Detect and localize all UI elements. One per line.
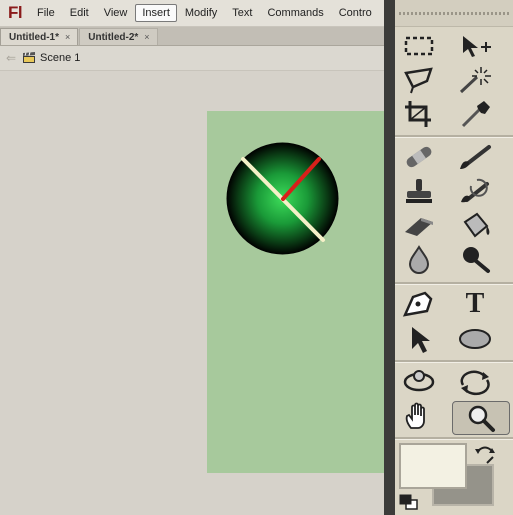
crop-icon	[405, 101, 431, 127]
menu-bar: Fl File Edit View Insert Modify Text Com…	[0, 0, 385, 27]
default-colors-icon[interactable]	[398, 493, 420, 511]
ellipse-tool[interactable]	[455, 323, 495, 355]
tab-untitled-1[interactable]: Untitled-1* ×	[0, 28, 79, 45]
close-icon[interactable]: ×	[65, 32, 70, 42]
paint-bucket-icon	[463, 212, 490, 238]
paint-bucket-tool[interactable]	[455, 209, 495, 241]
app-logo: Fl	[7, 3, 23, 22]
menu-file[interactable]: File	[30, 4, 62, 22]
edit-bar: ⇐ Scene 1	[0, 46, 385, 71]
brush-tool[interactable]	[455, 141, 495, 173]
back-arrow-icon[interactable]: ⇐	[0, 51, 22, 65]
tool-separator	[395, 282, 513, 285]
history-brush-tool[interactable]	[455, 175, 495, 207]
blur-tool[interactable]	[399, 243, 439, 275]
refresh-icon	[460, 370, 490, 396]
eraser-tool[interactable]	[399, 209, 439, 241]
stamp-icon	[406, 179, 432, 203]
marquee-icon	[404, 36, 434, 56]
menu-commands[interactable]: Commands	[260, 4, 330, 22]
lasso-icon	[404, 67, 433, 94]
selection-tool[interactable]	[399, 323, 439, 355]
tool-separator	[395, 360, 513, 363]
clone-stamp-tool[interactable]	[399, 175, 439, 207]
menu-insert[interactable]: Insert	[135, 4, 177, 22]
tab-label: Untitled-2*	[88, 31, 139, 43]
selection-arrow-icon	[412, 327, 430, 353]
document-tab-bar: Untitled-1* × Untitled-2* ×	[0, 27, 385, 46]
lasso-tool[interactable]	[399, 64, 439, 96]
eyedropper-tool[interactable]	[455, 98, 495, 130]
eraser-icon	[405, 218, 433, 236]
brush-icon	[460, 145, 491, 169]
text-tool[interactable]: T	[455, 288, 495, 320]
tool-separator	[395, 135, 513, 138]
zoom-tool[interactable]	[452, 401, 510, 435]
menu-text[interactable]: Text	[225, 4, 259, 22]
pattern-brush-icon	[461, 178, 489, 203]
rotate-3d-icon	[403, 370, 435, 392]
menu-edit[interactable]: Edit	[63, 4, 96, 22]
pen-tool[interactable]	[399, 288, 439, 320]
blur-drop-icon	[408, 245, 430, 274]
spot-healing-tool[interactable]	[399, 141, 439, 173]
scene-clapper-icon	[23, 52, 35, 63]
bandage-icon	[406, 146, 432, 168]
tool-separator	[395, 437, 513, 440]
crop-tool[interactable]	[399, 98, 439, 130]
eyedropper-icon	[461, 101, 490, 128]
hand-icon	[405, 402, 425, 429]
pen-icon	[402, 291, 433, 317]
stroke-color-swatch[interactable]	[399, 443, 467, 489]
clock-symbol[interactable]	[226, 142, 339, 255]
menu-control[interactable]: Contro	[332, 4, 379, 22]
rotate-3d-tool[interactable]	[399, 366, 439, 398]
menu-view[interactable]: View	[97, 4, 135, 22]
orbit-tool[interactable]	[455, 366, 495, 398]
scene-label[interactable]: Scene 1	[40, 52, 80, 64]
tab-label: Untitled-1*	[9, 31, 59, 43]
magic-wand-tool[interactable]	[455, 64, 495, 96]
tab-untitled-2[interactable]: Untitled-2* ×	[79, 28, 158, 45]
swap-colors-icon[interactable]	[473, 443, 497, 465]
dodge-icon	[463, 247, 490, 273]
marquee-tool[interactable]	[399, 30, 439, 62]
dodge-tool[interactable]	[455, 243, 495, 275]
zoom-icon	[468, 405, 495, 432]
menu-modify[interactable]: Modify	[178, 4, 224, 22]
ellipse-icon	[459, 329, 491, 349]
panel-divider[interactable]	[384, 0, 395, 515]
hand-tool[interactable]	[399, 400, 439, 432]
free-transform-icon	[463, 36, 491, 57]
magic-wand-icon	[459, 67, 491, 94]
text-tool-icon: T	[465, 288, 485, 319]
close-icon[interactable]: ×	[144, 32, 149, 42]
free-transform-tool[interactable]	[455, 30, 495, 62]
panel-grip[interactable]	[395, 0, 513, 27]
